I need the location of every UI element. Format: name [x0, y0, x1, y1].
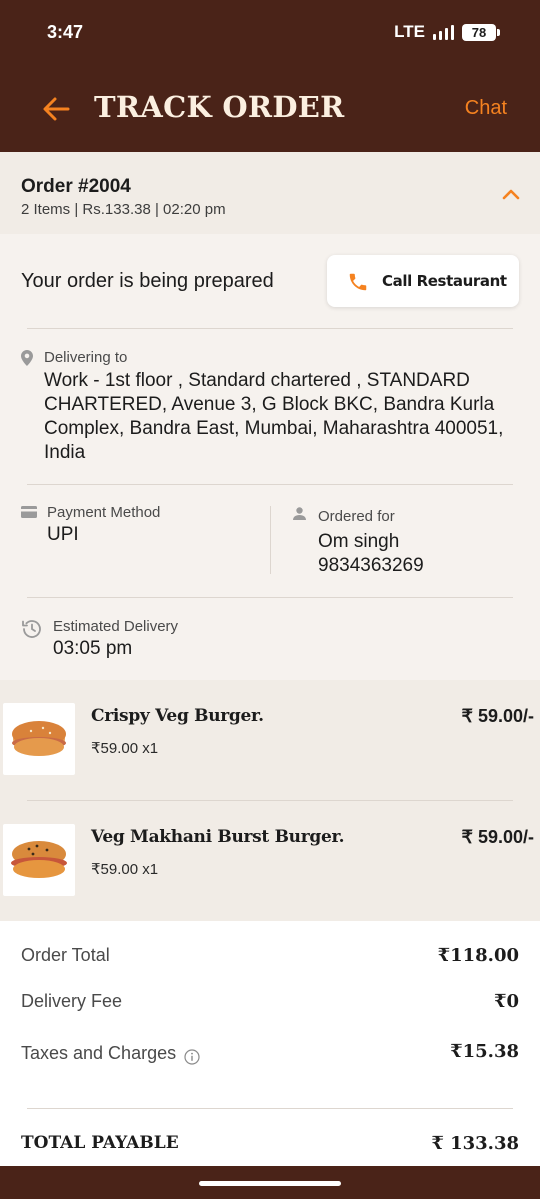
app-header: 3:47 LTE 78 TRACK ORDER Chat — [0, 0, 540, 152]
total-payable-label: TOTAL PAYABLE — [21, 1133, 179, 1153]
vertical-divider — [270, 506, 271, 574]
call-restaurant-label: Call Restaurant — [382, 272, 507, 290]
delivering-to-label: Delivering to — [44, 349, 128, 366]
chat-button[interactable]: Chat — [465, 97, 507, 120]
location-pin-icon — [21, 350, 33, 366]
payment-method-label: Payment Method — [47, 504, 161, 521]
divider — [27, 484, 513, 485]
item-price: ₹ 59.00/- — [461, 827, 535, 847]
payment-method-value: UPI — [47, 524, 79, 545]
info-icon[interactable] — [184, 1049, 200, 1065]
battery-icon: 78 — [462, 23, 500, 41]
list-item: Crispy Veg Burger. ₹59.00 x1 ₹ 59.00/- — [0, 680, 540, 800]
burger-image — [3, 703, 75, 775]
delivery-address-line: Work - 1st floor , Standard chartered , … — [44, 370, 470, 391]
bottom-bar — [0, 1166, 540, 1199]
total-payable-value: ₹ 133.38 — [431, 1133, 519, 1154]
track-order-screen: 3:47 LTE 78 TRACK ORDER Chat Order #2004… — [0, 0, 540, 1199]
item-price: ₹ 59.00/- — [461, 706, 535, 726]
call-restaurant-button[interactable]: Call Restaurant — [327, 255, 519, 307]
ordered-for-label: Ordered for — [318, 508, 395, 525]
item-quantity: ₹59.00 x1 — [91, 861, 159, 878]
order-items-list: Crispy Veg Burger. ₹59.00 x1 ₹ 59.00/- V… — [0, 680, 540, 921]
history-clock-icon — [22, 620, 41, 638]
burger-image — [3, 824, 75, 896]
list-item: Veg Makhani Burst Burger. ₹59.00 x1 ₹ 59… — [0, 801, 540, 921]
delivery-address-line: Complex, Bandra East, Mumbai, Maharashtr… — [44, 418, 504, 439]
home-indicator[interactable] — [199, 1181, 341, 1186]
back-arrow-icon[interactable] — [42, 96, 70, 122]
order-total-label: Order Total — [21, 945, 110, 965]
network-type: LTE — [394, 22, 425, 41]
item-quantity: ₹59.00 x1 — [91, 740, 159, 757]
order-number: Order #2004 — [21, 176, 131, 197]
taxes-value: ₹15.38 — [450, 1041, 519, 1062]
order-summary: 2 Items | Rs.133.38 | 02:20 pm — [21, 201, 226, 218]
bill-summary: Order Total ₹118.00 Delivery Fee ₹0 Taxe… — [0, 921, 540, 1166]
ordered-for-name: Om singh — [318, 531, 400, 552]
order-summary-header[interactable]: Order #2004 2 Items | Rs.133.38 | 02:20 … — [0, 152, 540, 234]
delivery-address-line: CHARTERED, Avenue 3, G Block BKC, Bandra… — [44, 394, 495, 415]
order-details: Your order is being prepared Call Restau… — [0, 234, 540, 680]
delivery-fee-value: ₹0 — [493, 991, 519, 1012]
status-icons: LTE 78 — [394, 22, 500, 42]
divider — [27, 328, 513, 329]
order-status-text: Your order is being prepared — [21, 270, 274, 292]
delivery-address-line: India — [44, 442, 86, 463]
item-name: Veg Makhani Burst Burger. — [91, 827, 345, 847]
estimated-delivery-label: Estimated Delivery — [53, 618, 179, 635]
divider — [27, 597, 513, 598]
card-icon — [21, 506, 37, 518]
ordered-for-phone: 9834363269 — [318, 555, 424, 576]
order-total-value: ₹118.00 — [437, 945, 519, 966]
chevron-up-icon[interactable] — [502, 188, 520, 200]
signal-icon — [433, 24, 454, 40]
status-time: 3:47 — [47, 22, 84, 42]
phone-icon — [349, 273, 367, 291]
page-title: TRACK ORDER — [94, 90, 345, 124]
person-icon — [293, 507, 306, 520]
estimated-delivery-time: 03:05 pm — [53, 638, 133, 659]
taxes-label: Taxes and Charges — [21, 1043, 177, 1063]
delivery-fee-label: Delivery Fee — [21, 991, 123, 1011]
divider — [27, 1108, 513, 1109]
item-name: Crispy Veg Burger. — [91, 706, 264, 726]
